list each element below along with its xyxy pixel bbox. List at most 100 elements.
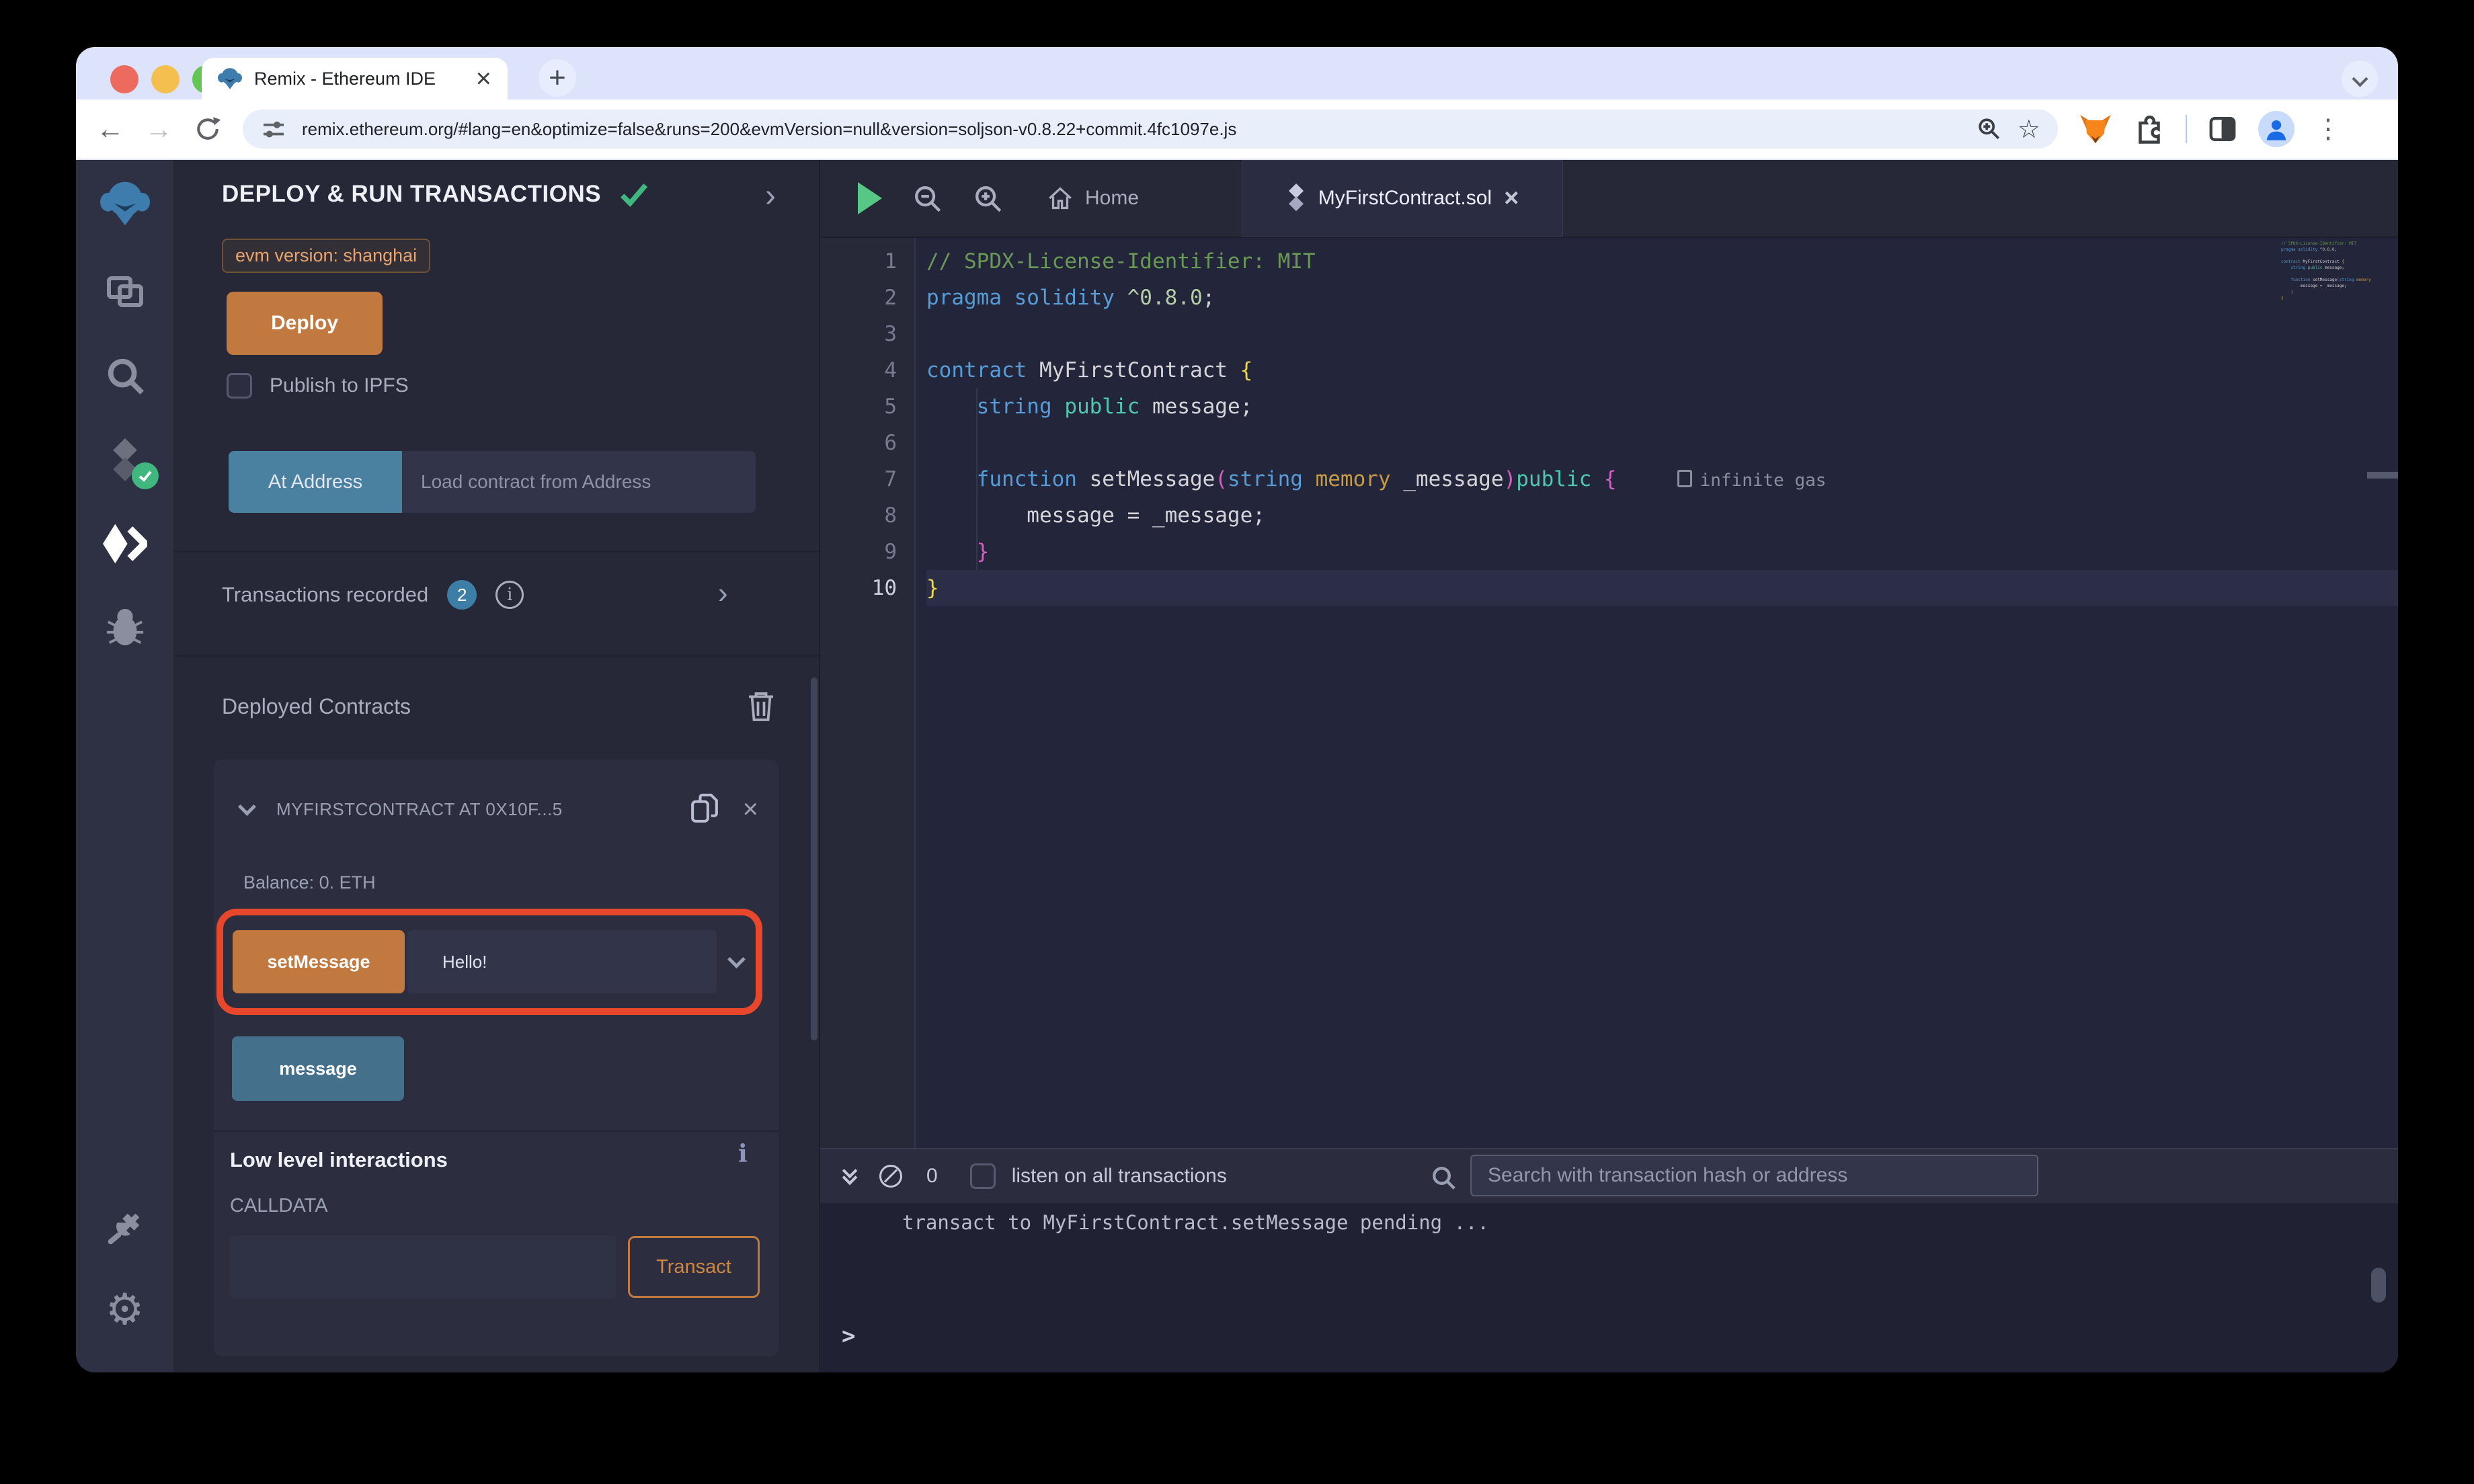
at-address-row: At Address — [229, 451, 756, 513]
editor-gutter: 1 2 3 4 5 6 7 8 9 10 — [820, 238, 916, 1148]
set-message-button[interactable]: setMessage — [233, 930, 405, 993]
editor-minimap[interactable]: // SPDX-License-Identifier: MIT pragma so… — [2281, 241, 2371, 321]
panel-scrollbar[interactable] — [811, 677, 817, 1040]
solidity-compiler-icon[interactable] — [105, 438, 159, 489]
editor-scrollbar[interactable] — [2367, 472, 2398, 479]
code-line: } — [2281, 296, 2284, 300]
publish-ipfs-row: Publish to IPFS — [227, 373, 409, 399]
site-settings-icon[interactable] — [260, 116, 287, 142]
browser-menu-icon[interactable]: ⋮ — [2315, 114, 2342, 145]
terminal-output[interactable]: transact to MyFirstContract.setMessage p… — [820, 1203, 2398, 1372]
back-button[interactable]: ← — [96, 115, 124, 143]
reload-button[interactable] — [193, 114, 223, 144]
transactions-expand-icon[interactable]: › — [718, 577, 728, 610]
browser-tab[interactable]: Remix - Ethereum IDE × — [202, 58, 508, 99]
transactions-recorded-label: Transactions recorded — [222, 583, 429, 606]
terminal-prompt[interactable]: > — [842, 1323, 855, 1350]
terminal-search-input[interactable] — [1470, 1155, 2038, 1196]
at-address-button[interactable]: At Address — [229, 451, 402, 513]
panel-collapse-icon[interactable]: › — [765, 180, 776, 212]
remix-logo-icon[interactable] — [99, 179, 150, 229]
card-divider — [214, 1130, 779, 1132]
clear-console-icon[interactable] — [879, 1165, 902, 1188]
code-line: pragma solidity ^0.8.0; — [926, 286, 1215, 310]
info-icon[interactable]: i — [495, 581, 524, 609]
panel-title-text: DEPLOY & RUN TRANSACTIONS — [222, 181, 602, 207]
line-number: 5 — [884, 395, 897, 419]
line-number: 2 — [884, 286, 897, 310]
terminal-scrollbar[interactable] — [2371, 1268, 2386, 1303]
chevron-down-icon[interactable] — [238, 797, 256, 816]
url-bar[interactable]: remix.ethereum.org/#lang=en&optimize=fal… — [243, 110, 2058, 149]
trash-icon[interactable] — [746, 690, 776, 722]
deploy-button[interactable]: Deploy — [227, 292, 383, 355]
search-icon[interactable] — [104, 355, 146, 397]
metamask-extension-icon[interactable] — [2078, 112, 2113, 147]
terminal-expand-icon[interactable] — [842, 1163, 858, 1186]
tab-title: Remix - Ethereum IDE — [254, 68, 436, 89]
code-editor[interactable]: 1 2 3 4 5 6 7 8 9 10 // SPDX-License-Identifier: … — [820, 238, 2398, 1148]
extensions-icon[interactable] — [2133, 113, 2165, 145]
expand-params-icon[interactable] — [727, 950, 746, 968]
deployed-contracts-title: Deployed Contracts — [222, 694, 411, 718]
file-explorer-icon[interactable] — [104, 270, 147, 313]
code-line: message = _message; — [2281, 284, 2347, 288]
remove-contract-icon[interactable]: × — [743, 796, 758, 823]
terminal-toolbar: 0 listen on all transactions — [820, 1149, 2398, 1203]
transactions-count-badge: 2 — [447, 580, 477, 610]
toolbar-separator — [2186, 115, 2187, 143]
code-line: } — [976, 540, 990, 564]
panel-divider — [173, 551, 819, 552]
load-contract-input[interactable] — [402, 451, 756, 513]
split-view-icon[interactable] — [2207, 114, 2238, 145]
low-level-info-icon[interactable]: i — [738, 1140, 748, 1168]
low-level-title: Low level interactions — [230, 1148, 448, 1171]
run-script-icon[interactable] — [858, 182, 882, 214]
calldata-input[interactable] — [230, 1235, 616, 1298]
annotation-highlight-ring: setMessage — [216, 909, 762, 1015]
tab-file[interactable]: MyFirstContract.sol × — [1242, 160, 1563, 237]
new-tab-button[interactable]: + — [538, 59, 576, 97]
code-line: string public message; — [976, 395, 1253, 419]
calldata-label: CALLDATA — [230, 1195, 328, 1217]
contract-header[interactable]: MYFIRSTCONTRACT AT 0X10F...5 × — [238, 792, 758, 827]
plugin-manager-icon[interactable] — [104, 1204, 146, 1246]
url-text[interactable]: remix.ethereum.org/#lang=en&optimize=fal… — [302, 119, 1961, 140]
tab-close-icon[interactable]: × — [476, 65, 491, 92]
publish-ipfs-checkbox[interactable] — [227, 373, 252, 399]
forward-button[interactable]: → — [145, 115, 173, 143]
zoom-page-icon[interactable] — [1976, 116, 2003, 142]
transactions-recorded-row: Transactions recorded 2 i — [222, 580, 524, 610]
traffic-close-button[interactable] — [110, 65, 138, 93]
line-number: 8 — [884, 503, 897, 528]
terminal-count: 0 — [926, 1165, 938, 1187]
profile-avatar[interactable] — [2258, 111, 2295, 147]
zoom-in-icon[interactable] — [972, 183, 1003, 214]
deploy-run-icon[interactable] — [102, 523, 147, 565]
terminal: 0 listen on all transactions transact to… — [820, 1148, 2398, 1372]
zoom-out-icon[interactable] — [912, 183, 943, 214]
tab-close-icon[interactable]: × — [1504, 186, 1519, 211]
infinite-gas-annotation: infinite gas — [1677, 470, 1827, 491]
code-line: pragma solidity ^0.8.0; — [2281, 247, 2338, 252]
copy-address-icon[interactable] — [689, 792, 720, 827]
icon-rail: ⚙ — [76, 160, 173, 1372]
browser-window: Remix - Ethereum IDE × + ← → remix.ether… — [76, 47, 2398, 1372]
settings-gear-icon[interactable]: ⚙ — [106, 1288, 144, 1331]
code-line: // SPDX-License-Identifier: MIT — [2281, 241, 2356, 246]
calldata-row: Transact — [230, 1235, 760, 1298]
code-line: contract MyFirstContract { — [926, 358, 1253, 382]
bookmark-icon[interactable]: ☆ — [2018, 114, 2040, 145]
deployed-contract-card: MYFIRSTCONTRACT AT 0X10F...5 × Balance: … — [214, 759, 779, 1356]
tab-search-button[interactable] — [2342, 60, 2378, 97]
editor-code-area[interactable]: // SPDX-License-Identifier: MIT pragma so… — [916, 238, 2398, 1148]
tab-file-label: MyFirstContract.sol — [1318, 187, 1492, 209]
listen-checkbox[interactable] — [969, 1163, 996, 1189]
tab-home[interactable]: Home — [1046, 184, 1139, 212]
transact-button[interactable]: Transact — [628, 1236, 760, 1298]
traffic-minimize-button[interactable] — [151, 65, 179, 93]
message-getter-button[interactable]: message — [232, 1036, 404, 1101]
debugger-icon[interactable] — [104, 606, 146, 648]
code-line: contract MyFirstContract { — [2281, 259, 2344, 264]
set-message-input[interactable] — [407, 930, 717, 993]
